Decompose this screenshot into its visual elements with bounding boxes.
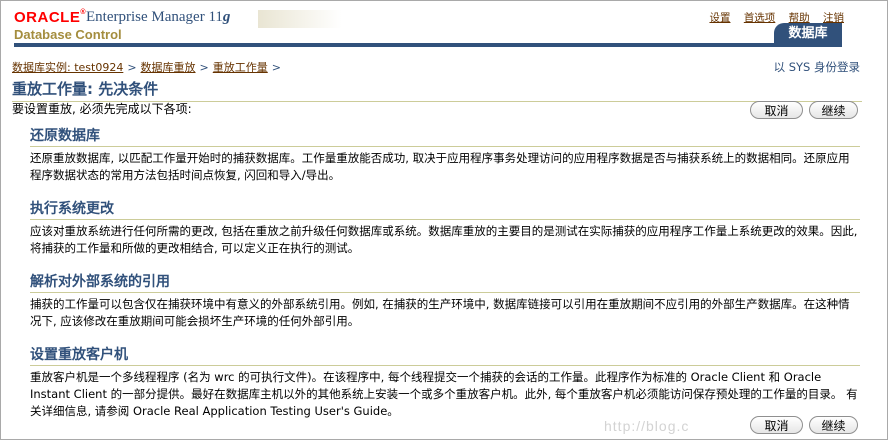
cancel-button-bottom[interactable]: 取消	[750, 416, 803, 434]
continue-button[interactable]: 继续	[809, 101, 858, 119]
setup-link[interactable]: 设置	[709, 12, 730, 24]
product-subtitle: Database Control	[14, 27, 122, 42]
section-text: 应该对重放系统进行任何所需的更改, 包括在重放之前升级任何数据库或系统。数据库重…	[30, 224, 858, 255]
breadcrumb-instance[interactable]: 数据库实例: test0924	[12, 61, 123, 74]
cancel-button[interactable]: 取消	[750, 101, 803, 119]
product-name: Enterprise Manager 11g	[86, 9, 231, 25]
breadcrumb: 数据库实例: test0924 > 数据库重放 > 重放工作量 >	[12, 59, 285, 75]
section-heading: 设置重放客户机	[30, 344, 860, 366]
prerequisites-list: 还原数据库 还原重放数据库, 以匹配工作量开始时的捕获数据库。工作量重放能否成功…	[30, 125, 860, 434]
section-heading: 还原数据库	[30, 125, 860, 147]
oracle-logo: ORACLE®	[14, 9, 87, 26]
tab-bar-line	[14, 43, 842, 47]
continue-button-bottom[interactable]: 继续	[809, 416, 858, 434]
section-restore-database: 还原数据库 还原重放数据库, 以匹配工作量开始时的捕获数据库。工作量重放能否成功…	[30, 125, 860, 184]
breadcrumb-separator: >	[199, 61, 209, 74]
section-heading: 解析对外部系统的引用	[30, 271, 860, 293]
login-status: 以 SYS 身份登录	[773, 60, 860, 74]
section-heading: 执行系统更改	[30, 198, 860, 220]
section-system-changes: 执行系统更改 应该对重放系统进行任何所需的更改, 包括在重放之前升级任何数据库或…	[30, 198, 860, 257]
watermark: http://blog.c	[604, 418, 690, 434]
tab-database[interactable]: 数据库	[774, 23, 842, 44]
section-text: 重放客户机是一个多线程程序 (名为 wrc 的可执行文件)。在该程序中, 每个线…	[30, 370, 858, 418]
intro-text: 要设置重放, 必须先完成以下各项:	[12, 102, 192, 116]
section-replay-clients: 设置重放客户机 重放客户机是一个多线程程序 (名为 wrc 的可执行文件)。在该…	[30, 344, 860, 420]
header: ORACLE® Enterprise Manager 11g Database …	[0, 0, 888, 48]
preferences-link[interactable]: 首选项	[744, 12, 776, 24]
section-text: 还原重放数据库, 以匹配工作量开始时的捕获数据库。工作量重放能否成功, 取决于应…	[30, 151, 850, 182]
breadcrumb-replay-workload[interactable]: 重放工作量	[213, 61, 268, 74]
section-external-references: 解析对外部系统的引用 捕获的工作量可以包含仅在捕获环境中有意义的外部系统引用。例…	[30, 271, 860, 330]
breadcrumb-database-replay[interactable]: 数据库重放	[141, 61, 196, 74]
breadcrumb-separator: >	[271, 61, 281, 74]
header-gradient	[258, 10, 342, 28]
section-text: 捕获的工作量可以包含仅在捕获环境中有意义的外部系统引用。例如, 在捕获的生产环境…	[30, 297, 850, 328]
breadcrumb-separator: >	[127, 61, 137, 74]
page-title: 重放工作量: 先决条件	[12, 78, 862, 102]
